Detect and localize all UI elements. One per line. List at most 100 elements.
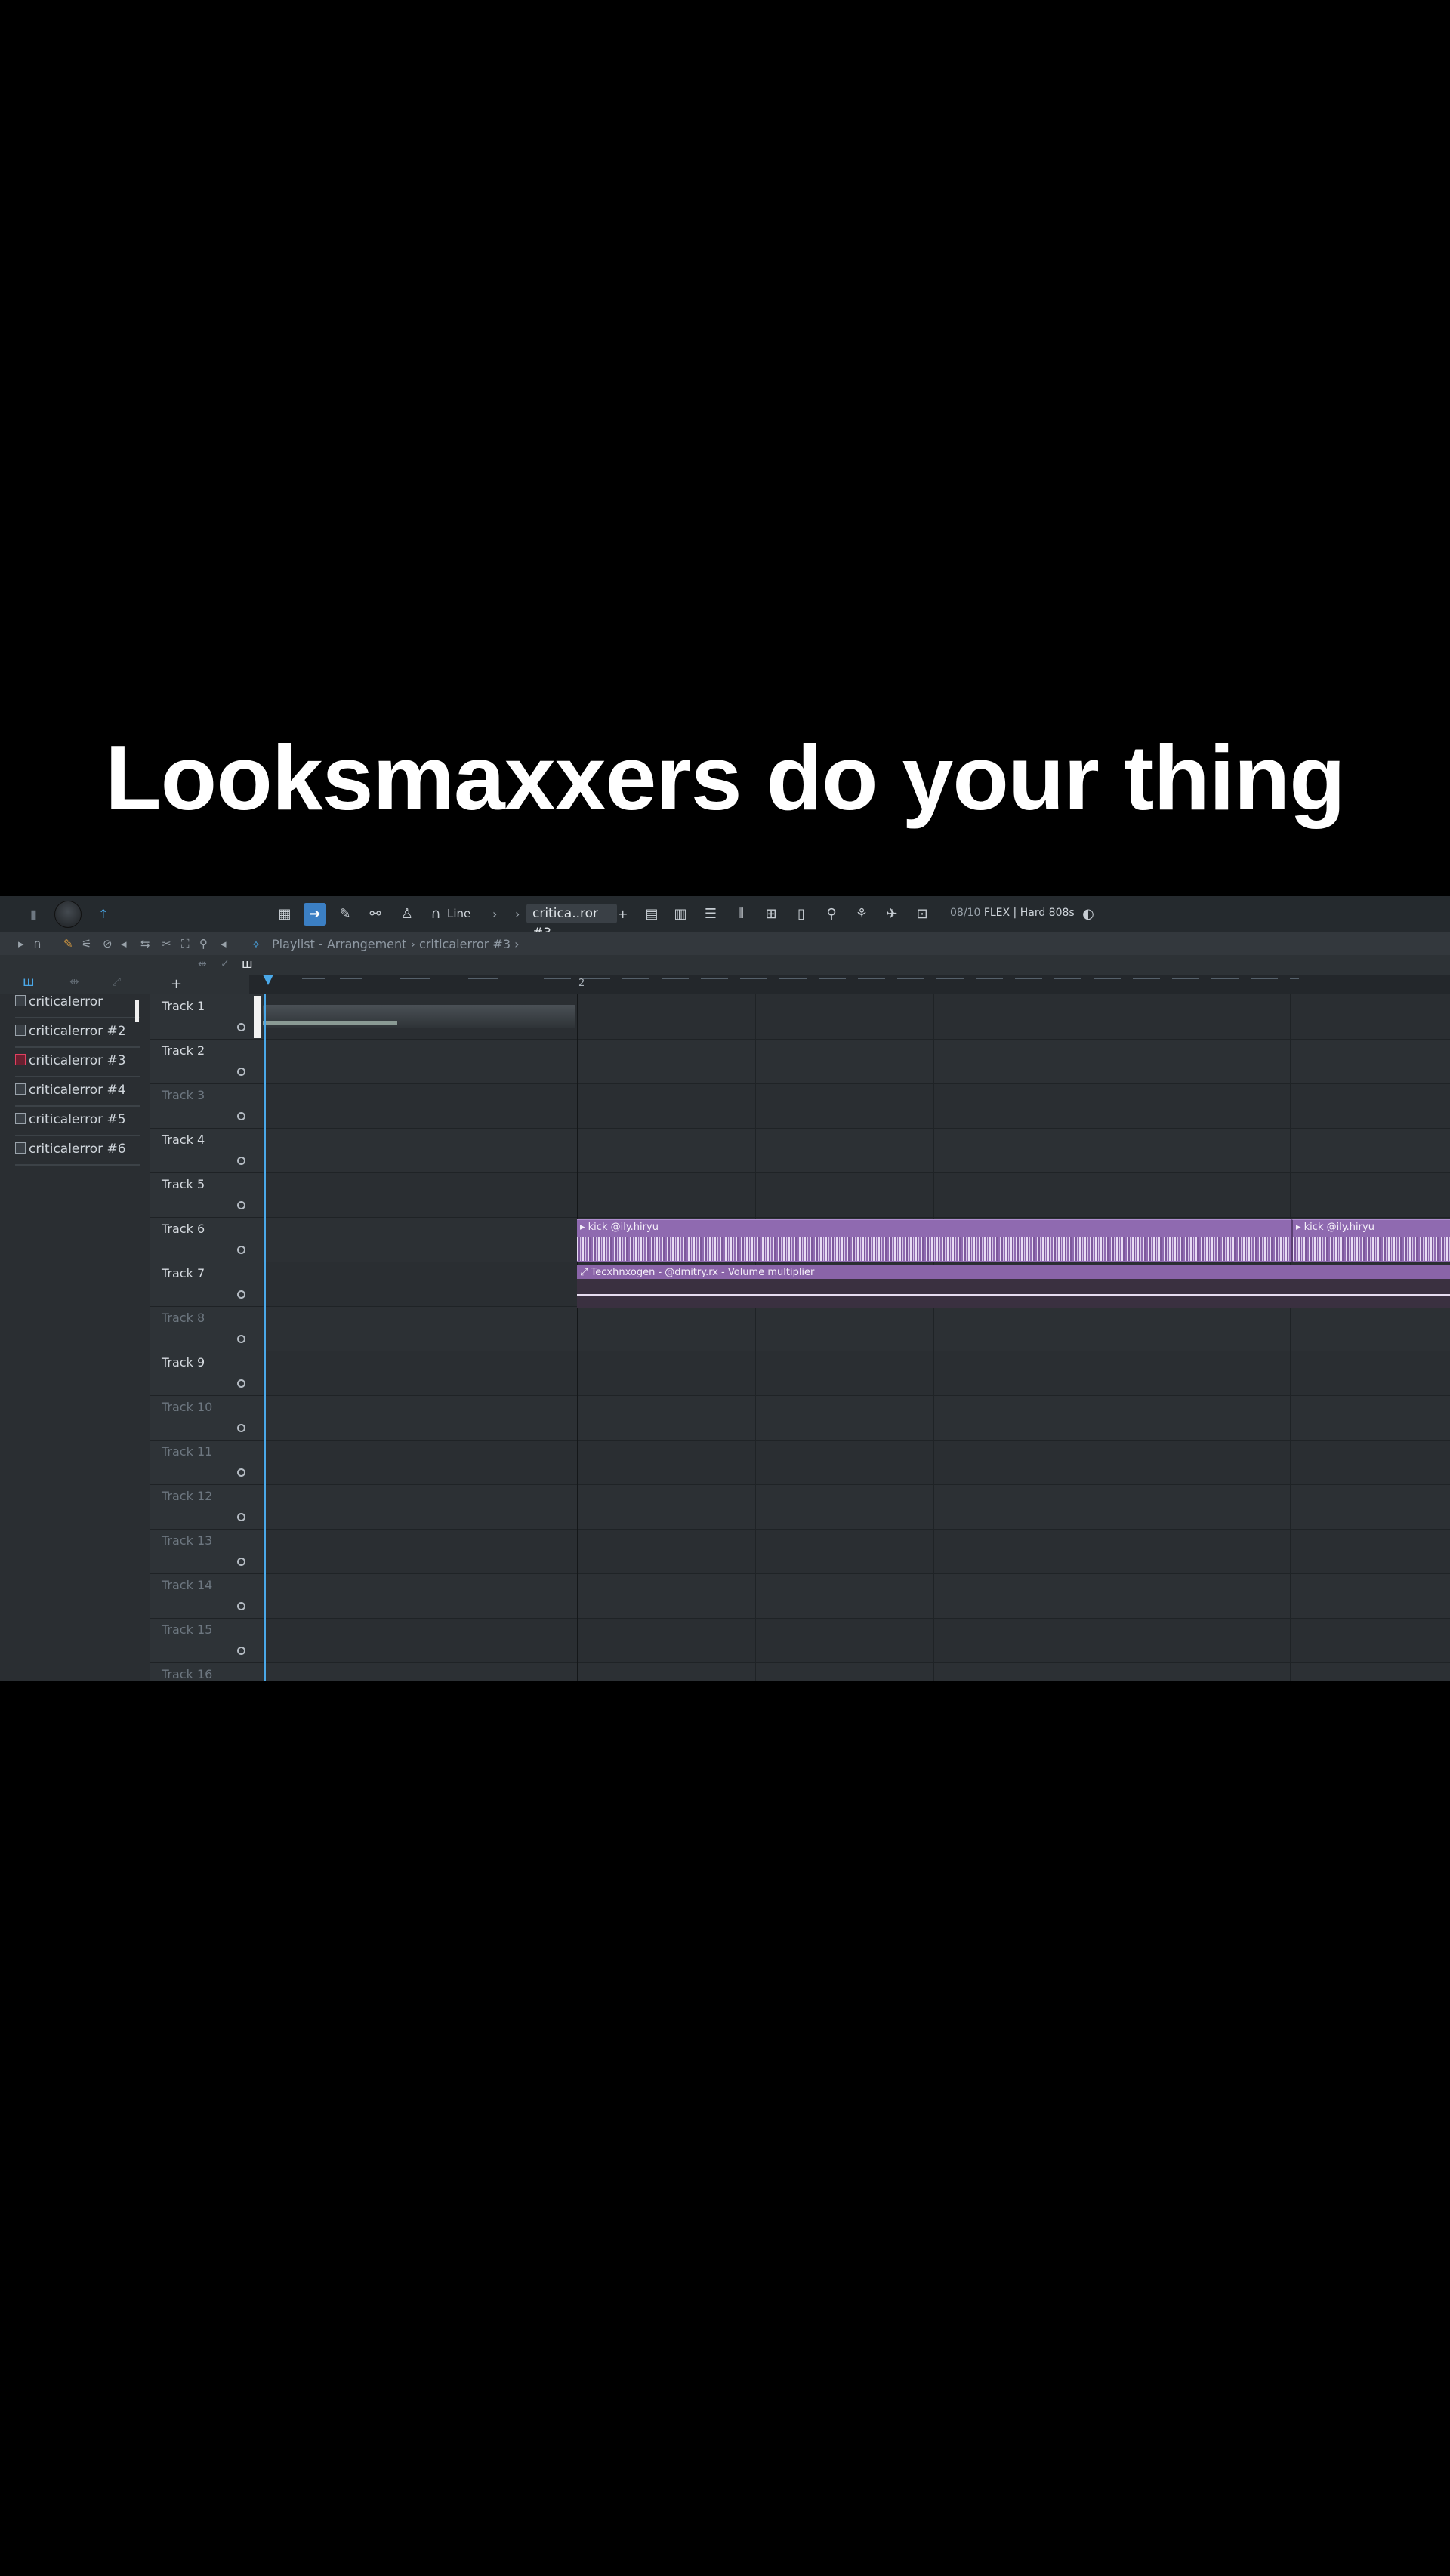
track-header[interactable]: Track 3	[150, 1083, 263, 1129]
track-mute-button[interactable]	[237, 1335, 245, 1343]
track-lane[interactable]	[263, 1083, 1450, 1129]
plugin-icon[interactable]: ⚲	[820, 903, 843, 926]
stamp-icon[interactable]: ♙	[396, 903, 418, 926]
pattern-picker-icon[interactable]: ш	[23, 975, 35, 990]
add-pattern-icon[interactable]: +	[618, 907, 628, 921]
track-mute-button[interactable]	[237, 1201, 245, 1209]
track-mute-button[interactable]	[237, 1647, 245, 1655]
track-mute-button[interactable]	[237, 1558, 245, 1566]
piano-roll-window-icon[interactable]: ▥	[669, 903, 692, 926]
track-header[interactable]: Track 16	[150, 1662, 263, 1681]
master-volume-knob[interactable]	[54, 901, 82, 928]
draw-tool-icon[interactable]: ➔	[304, 903, 326, 926]
playlist-icon[interactable]: ▤	[640, 903, 663, 926]
track-header[interactable]: Track 14	[150, 1573, 263, 1619]
slice-tool-icon[interactable]: ✂	[162, 937, 171, 951]
pattern-mode-icon[interactable]: ш	[242, 957, 253, 971]
track-mute-button[interactable]	[237, 1424, 245, 1432]
track-lane[interactable]	[263, 1306, 1450, 1351]
track-header[interactable]: Track 15	[150, 1618, 263, 1663]
piano-roll-icon[interactable]: ▦	[273, 903, 296, 926]
magnet-snap-icon[interactable]: ∩	[33, 937, 42, 951]
pencil-tool-icon[interactable]: ✎	[63, 937, 73, 951]
track-lane[interactable]	[263, 1618, 1450, 1663]
track-header[interactable]: Track 5	[150, 1172, 263, 1218]
pattern-prev-icon[interactable]: ›	[515, 907, 520, 921]
paint-tool-icon[interactable]: ✎	[334, 903, 356, 926]
playhead-marker[interactable]	[263, 975, 273, 985]
brush-tool-icon[interactable]: ⚟	[82, 937, 91, 951]
arrangement-icon[interactable]: ⟡	[252, 937, 260, 951]
track-header[interactable]: Track 11	[150, 1440, 263, 1485]
pattern-item[interactable]: criticalerror #4	[15, 1083, 140, 1107]
pitch-arrow-icon[interactable]: ↑	[98, 907, 108, 921]
track-mute-button[interactable]	[237, 1112, 245, 1120]
check-icon[interactable]: ✓	[221, 958, 230, 970]
track-header[interactable]: Track 2	[150, 1039, 263, 1084]
slip-tool-icon[interactable]: ⇆	[140, 937, 150, 951]
track-mute-button[interactable]	[237, 1246, 245, 1254]
browser-icon[interactable]: ⊞	[760, 903, 782, 926]
track-header[interactable]: Track 4	[150, 1128, 263, 1173]
pattern-item[interactable]: criticalerror #5	[15, 1112, 140, 1136]
automation-picker-icon[interactable]: ⤢	[112, 975, 121, 988]
track-header[interactable]: Track 9	[150, 1351, 263, 1396]
track-mute-button[interactable]	[237, 1023, 245, 1031]
pattern-selector[interactable]: critica..ror #3	[526, 904, 617, 941]
link-icon[interactable]: ⚯	[364, 903, 387, 926]
store-icon[interactable]: ⊡	[911, 903, 933, 926]
snap-mode-label[interactable]: Line	[447, 907, 470, 920]
track-lane[interactable]	[263, 1128, 1450, 1173]
pattern-item-selected[interactable]: criticalerror #3	[15, 1053, 140, 1077]
track-header[interactable]: Track 7	[150, 1262, 263, 1307]
project-icon[interactable]: ▯	[790, 903, 813, 926]
snap-dropdown-icon[interactable]: ›	[492, 907, 497, 921]
track-header[interactable]: Track 6	[150, 1217, 263, 1262]
track-header[interactable]: Track 13	[150, 1529, 263, 1574]
pattern-item[interactable]: criticalerror	[15, 994, 140, 1018]
pattern-item[interactable]: criticalerror #6	[15, 1142, 140, 1166]
track-mute-button[interactable]	[237, 1468, 245, 1477]
trash-icon[interactable]: ▮	[30, 907, 37, 921]
track-mute-button[interactable]	[237, 1068, 245, 1076]
playback-tool-icon[interactable]: ◂	[221, 937, 227, 951]
track-lane[interactable]	[263, 1440, 1450, 1485]
track-lane[interactable]	[263, 1662, 1450, 1681]
add-track-icon[interactable]: +	[171, 976, 182, 992]
pattern-item[interactable]: criticalerror #2	[15, 1024, 140, 1048]
playlist-grid[interactable]: ▸ kick @ily.hiryu ▸ kick @ily.hiryu ⤢ Te…	[254, 994, 1450, 1681]
audio-clip[interactable]: ▸ kick @ily.hiryu	[577, 1219, 1291, 1262]
online-icon[interactable]: ◐	[1077, 903, 1100, 926]
track-mute-button[interactable]	[237, 1602, 245, 1610]
track-mute-button[interactable]	[237, 1157, 245, 1165]
track-header[interactable]: Track 10	[150, 1395, 263, 1441]
move-icon[interactable]: ⇹	[198, 958, 207, 970]
expand-arrow-icon[interactable]: ▸	[18, 937, 24, 951]
mute-tool-icon[interactable]: ◂	[121, 937, 127, 951]
pattern-clip[interactable]	[263, 1005, 575, 1028]
track-mute-button[interactable]	[237, 1290, 245, 1299]
touch-keyboard-icon[interactable]: ⚘	[850, 903, 873, 926]
magnet-icon[interactable]: ∩	[424, 903, 447, 926]
track-lane[interactable]	[263, 1039, 1450, 1084]
picker-scroll-handle[interactable]	[135, 1000, 139, 1022]
loop-start-marker[interactable]	[254, 996, 261, 1038]
delete-tool-icon[interactable]: ⊘	[103, 937, 113, 951]
track-header[interactable]: Track 12	[150, 1484, 263, 1530]
mixer-icon[interactable]: ⫴	[730, 903, 752, 926]
track-lane[interactable]	[263, 1573, 1450, 1619]
select-tool-icon[interactable]: ⛶	[181, 937, 190, 951]
zoom-tool-icon[interactable]: ⚲	[199, 937, 208, 951]
track-lane[interactable]	[263, 1529, 1450, 1574]
track-lane[interactable]	[263, 1172, 1450, 1218]
track-header[interactable]: Track 8	[150, 1306, 263, 1351]
track-mute-button[interactable]	[237, 1379, 245, 1388]
automation-clip[interactable]: ⤢ Tecxhnxogen - @dmitry.rx - Volume mult…	[577, 1265, 1450, 1308]
audio-picker-icon[interactable]: ⇹	[69, 975, 79, 988]
track-lane[interactable]	[263, 1395, 1450, 1441]
breadcrumb-pattern[interactable]: criticalerror #3	[419, 937, 511, 951]
track-lane[interactable]	[263, 1484, 1450, 1530]
track-mute-button[interactable]	[237, 1513, 245, 1521]
track-header[interactable]: Track 1	[150, 994, 263, 1040]
track-lane[interactable]	[263, 1351, 1450, 1396]
